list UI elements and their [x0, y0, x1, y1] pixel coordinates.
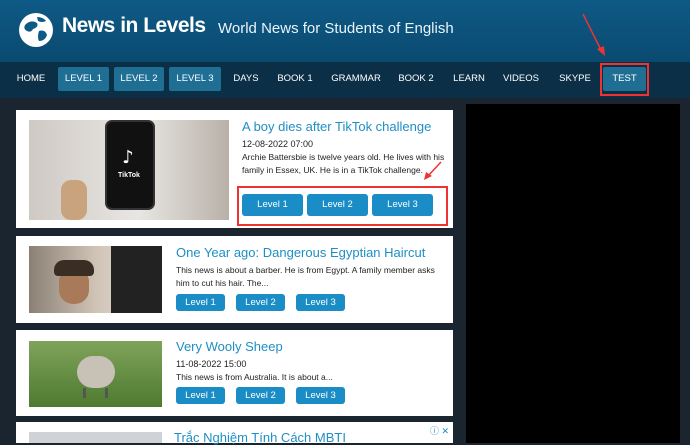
nav-learn[interactable]: LEARN: [450, 67, 488, 91]
level-2-button[interactable]: Level 2: [236, 387, 285, 404]
article-thumbnail[interactable]: [29, 246, 162, 313]
annotation-arrow-icon: [582, 13, 605, 56]
site-tagline: World News for Students of English: [218, 20, 454, 37]
level-1-button[interactable]: Level 1: [176, 387, 225, 404]
globe-logo-icon[interactable]: [17, 11, 55, 49]
level-1-button[interactable]: Level 1: [176, 294, 225, 311]
article-card: One Year ago: Dangerous Egyptian Haircut…: [16, 236, 453, 323]
article-title[interactable]: One Year ago: Dangerous Egyptian Haircut: [176, 245, 425, 260]
article-title[interactable]: A boy dies after TikTok challenge: [242, 119, 431, 134]
ad-panel[interactable]: [466, 104, 680, 443]
article-thumbnail[interactable]: [29, 341, 162, 407]
article-date: 12-08-2022 07:00: [242, 139, 314, 149]
level-2-button[interactable]: Level 2: [236, 294, 285, 311]
main-nav: HOME LEVEL 1 LEVEL 2 LEVEL 3 DAYS BOOK 1…: [0, 62, 690, 98]
article-excerpt: Archie Battersbie is twelve years old. H…: [242, 152, 445, 175]
level-3-button[interactable]: Level 3: [296, 387, 345, 404]
sponsored-thumbnail[interactable]: [29, 432, 162, 443]
article-thumbnail[interactable]: ♪ TikTok: [29, 120, 229, 220]
thumbnail-logo-text: TikTok: [118, 172, 140, 179]
nav-days[interactable]: DAYS: [229, 67, 263, 91]
site-title[interactable]: News in Levels: [62, 14, 206, 38]
article-excerpt: This news is from Australia. It is about…: [176, 372, 333, 382]
ad-choices-icon[interactable]: ⓘ ✕: [430, 424, 449, 437]
music-note-icon: ♪: [122, 147, 134, 168]
test-highlight-box: [600, 63, 649, 96]
sponsored-title[interactable]: Trắc Nghiệm Tính Cách MBTI: [174, 431, 346, 444]
nav-grammar[interactable]: GRAMMAR: [328, 67, 384, 91]
nav-level-3[interactable]: LEVEL 3: [169, 67, 221, 91]
nav-book-2[interactable]: BOOK 2: [395, 67, 437, 91]
article-excerpt: This news is about a barber. He is from …: [176, 265, 435, 288]
article-title[interactable]: Very Wooly Sheep: [176, 339, 283, 354]
annotation-arrow-icon: [424, 161, 442, 180]
nav-level-1[interactable]: LEVEL 1: [58, 67, 109, 91]
nav-book-1[interactable]: BOOK 1: [274, 67, 316, 91]
level-3-button[interactable]: Level 3: [296, 294, 345, 311]
nav-skype[interactable]: SKYPE: [554, 67, 596, 91]
sponsored-card[interactable]: Trắc Nghiệm Tính Cách MBTI: [16, 422, 453, 444]
nav-level-2[interactable]: LEVEL 2: [114, 67, 164, 91]
article-date: 11-08-2022 15:00: [176, 359, 247, 369]
nav-home[interactable]: HOME: [13, 67, 49, 91]
nav-videos[interactable]: VIDEOS: [499, 67, 543, 91]
levels-highlight-box: [237, 186, 448, 226]
article-card: Very Wooly Sheep 11-08-2022 15:00 This n…: [16, 330, 453, 416]
